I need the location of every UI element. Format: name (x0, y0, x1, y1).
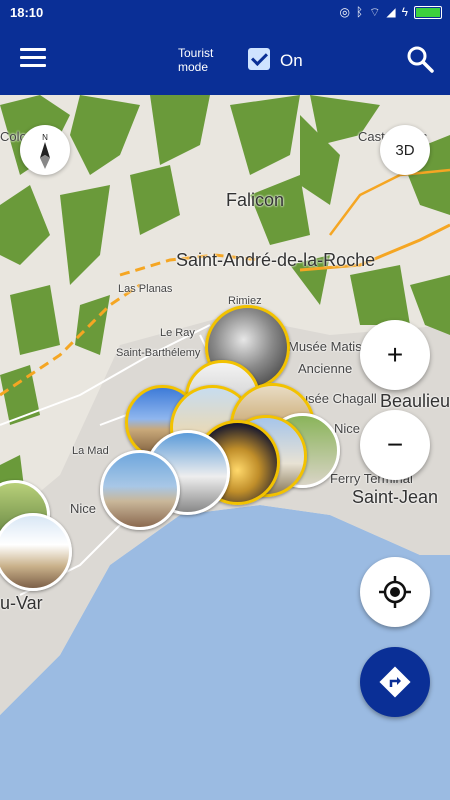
map-label-falicon: Falicon (226, 190, 285, 210)
tourist-mode-checkbox[interactable] (248, 48, 270, 70)
zoom-in-icon: + (386, 339, 404, 370)
map-label-la-madeleine: La Mad (72, 445, 109, 457)
hamburger-menu-icon[interactable] (20, 48, 46, 70)
map-label-beaulieu: Beaulieu (380, 391, 450, 411)
map-label-le-ray: Le Ray (160, 327, 195, 339)
map-label-ancienne: Ancienne (298, 361, 353, 376)
map-label-saint-barthelemy: Saint-Barthélemy (116, 347, 201, 359)
map-label-nice: Nice (70, 501, 97, 516)
map-label-nice-city: Nice (334, 421, 361, 436)
zoom-out-icon: − (386, 429, 404, 460)
photo-marker-beach[interactable] (100, 450, 180, 530)
search-icon[interactable] (404, 43, 436, 75)
wifi-icon: ⌔ (369, 5, 381, 19)
status-bar: 18:10 ◎ ᛒ ⌔ ◢ ϟ (0, 0, 450, 26)
zoom-in-button[interactable]: + (360, 320, 430, 390)
battery-icon (414, 5, 442, 19)
status-icons: ◎ ᛒ ⌔ ◢ ϟ (339, 4, 442, 20)
map-label-var: u-Var (0, 593, 43, 613)
charging-icon: ϟ (401, 5, 408, 19)
view-3d-label: 3D (395, 141, 415, 159)
my-location-button[interactable] (360, 557, 430, 627)
tourist-mode-label-text: Tourist mode (178, 46, 214, 74)
compass-icon: N (40, 133, 50, 169)
tourist-mode-label: Tourist mode (178, 46, 222, 74)
directions-icon (379, 666, 411, 698)
crosshair-icon (379, 576, 411, 608)
directions-button[interactable] (360, 647, 430, 717)
map-label-saint-andre: Saint-André-de-la-Roche (176, 250, 376, 270)
bluetooth-icon: ᛒ (355, 5, 364, 19)
zoom-out-button[interactable]: − (360, 410, 430, 480)
status-time: 18:10 (10, 5, 44, 20)
map-label-las-planas: Las Planas (118, 283, 173, 295)
map-label-saint-jean: Saint-Jean (352, 487, 439, 507)
signal-icon: ◢ (386, 5, 396, 19)
headset-icon: ◎ (339, 5, 350, 19)
app-bar: Tourist mode On (0, 26, 450, 95)
compass-button[interactable]: N (20, 125, 70, 175)
tourist-mode-on-label: On (280, 51, 303, 70)
view-3d-button[interactable]: 3D (380, 125, 430, 175)
compass-north-label: N (42, 133, 48, 142)
